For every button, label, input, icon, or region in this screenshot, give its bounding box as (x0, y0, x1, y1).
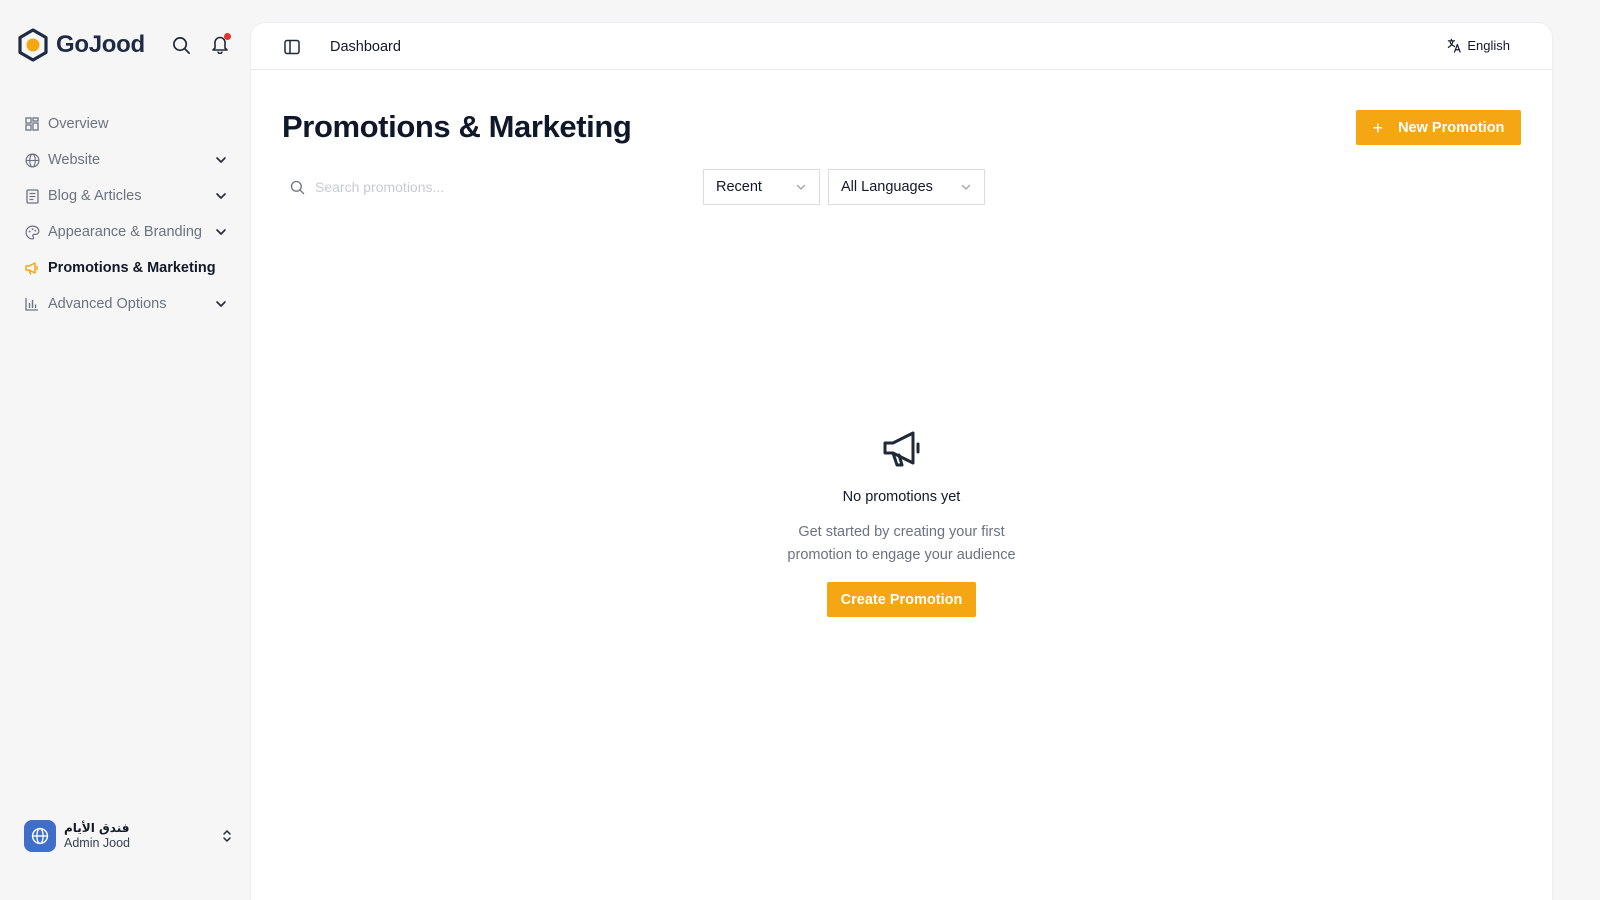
megaphone-icon (24, 260, 40, 276)
sidebar-item-website[interactable]: Website (0, 142, 250, 178)
language-filter-value: All Languages (841, 179, 933, 195)
newspaper-icon (24, 188, 40, 204)
notification-dot (224, 33, 231, 40)
sidebar-item-blog[interactable]: Blog & Articles (0, 178, 250, 214)
notifications-button[interactable] (209, 33, 231, 55)
sidebar-item-label: Advanced Options (48, 296, 167, 312)
grid-icon (24, 116, 40, 132)
language-filter-select[interactable]: All Languages (828, 169, 985, 205)
chevron-down-icon (216, 301, 226, 308)
sidebar-item-overview[interactable]: Overview (0, 106, 250, 142)
translate-icon (1448, 38, 1462, 53)
chevron-down-icon (796, 184, 806, 190)
avatar (24, 820, 56, 852)
language-switcher[interactable]: English (1447, 38, 1510, 53)
sort-select[interactable]: Recent (703, 169, 820, 205)
sidebar: GoJood Overview Website Blog & Articles … (0, 0, 250, 900)
empty-state-description-line: Get started by creating your first (798, 524, 1005, 540)
search-icon (172, 36, 190, 54)
search-input[interactable] (315, 179, 695, 195)
user-role: Admin Jood (64, 836, 131, 850)
search-icon (290, 180, 305, 194)
sidebar-item-advanced[interactable]: Advanced Options (0, 286, 250, 322)
empty-state-description-line: promotion to engage your audience (787, 547, 1016, 563)
sidebar-item-label: Promotions & Marketing (48, 260, 216, 276)
brand-name: GoJood (56, 31, 145, 58)
sidebar-toggle-icon[interactable] (283, 38, 301, 56)
empty-state-description: Get started by creating your first promo… (251, 521, 1552, 567)
megaphone-icon (883, 431, 919, 467)
sidebar-item-label: Website (48, 152, 101, 168)
sidebar-item-promotions[interactable]: Promotions & Marketing (0, 250, 250, 286)
page-title: Promotions & Marketing (282, 109, 632, 144)
topbar: Dashboard English (251, 23, 1552, 70)
search-box (282, 169, 700, 205)
chevron-down-icon (216, 157, 226, 164)
palette-icon (24, 224, 40, 240)
empty-state-title: No promotions yet (842, 489, 961, 505)
search-button[interactable] (170, 34, 192, 56)
sidebar-item-label: Blog & Articles (48, 188, 142, 204)
new-promotion-label: New Promotion (1398, 119, 1505, 136)
sidebar-item-label: Appearance & Branding (48, 224, 202, 240)
chevron-down-icon (961, 184, 971, 190)
brand[interactable]: GoJood (16, 28, 145, 62)
chevron-down-icon (216, 229, 226, 236)
create-promotion-button[interactable]: Create Promotion (827, 582, 976, 617)
empty-state: No promotions yet Get started by creatin… (251, 427, 1552, 617)
globe-icon (24, 152, 40, 168)
sort-select-value: Recent (716, 179, 762, 195)
sidebar-item-label: Overview (48, 116, 109, 132)
new-promotion-button[interactable]: + New Promotion (1356, 110, 1521, 145)
breadcrumb[interactable]: Dashboard (330, 39, 401, 55)
gojood-logo-icon (18, 28, 48, 62)
chevron-down-icon (216, 193, 226, 200)
globe-icon (31, 827, 49, 845)
sidebar-item-appearance[interactable]: Appearance & Branding (0, 214, 250, 250)
main-panel: Dashboard English Promotions & Marketing… (251, 23, 1552, 900)
user-name: فندق الأيام (64, 821, 130, 835)
chevrons-up-down-icon (223, 829, 231, 843)
user-switcher[interactable]: فندق الأيام Admin Jood (24, 818, 234, 854)
language-label: English (1467, 38, 1510, 53)
sidebar-nav: Overview Website Blog & Articles Appeara… (0, 106, 250, 322)
bar-chart-icon (24, 296, 40, 312)
plus-icon: + (1372, 117, 1384, 138)
